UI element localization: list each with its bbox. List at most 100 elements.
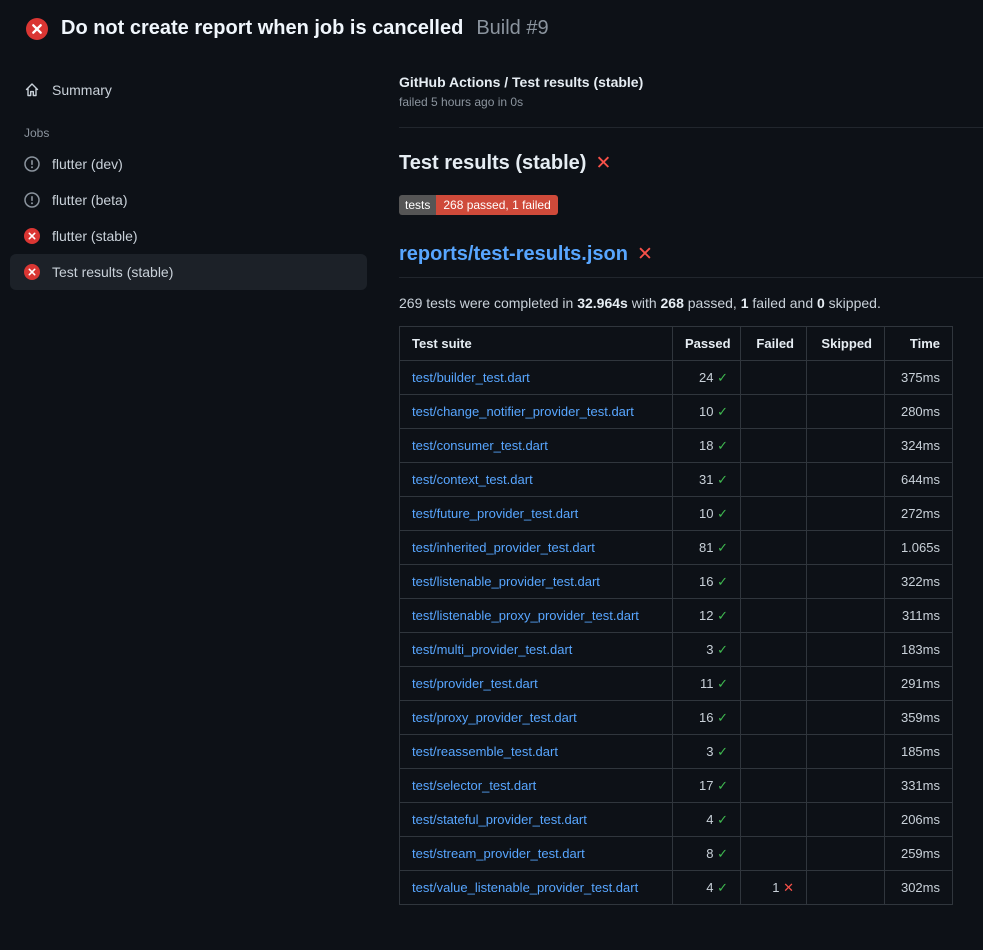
suite-cell: test/builder_test.dart bbox=[400, 361, 673, 395]
skipped-cell bbox=[807, 395, 885, 429]
suite-cell: test/stream_provider_test.dart bbox=[400, 837, 673, 871]
passed-cell: 31 ✓ bbox=[673, 463, 741, 497]
x-icon: ✕ bbox=[637, 245, 653, 264]
test-suite-link[interactable]: test/change_notifier_provider_test.dart bbox=[412, 404, 634, 419]
check-icon: ✓ bbox=[717, 438, 728, 453]
results-table: Test suite Passed Failed Skipped Time te… bbox=[399, 326, 953, 905]
time-cell: 272ms bbox=[885, 497, 953, 531]
time-cell: 322ms bbox=[885, 565, 953, 599]
table-row: test/multi_provider_test.dart3 ✓183ms bbox=[400, 633, 953, 667]
table-row: test/proxy_provider_test.dart16 ✓359ms bbox=[400, 701, 953, 735]
passed-cell: 4 ✓ bbox=[673, 803, 741, 837]
check-icon: ✓ bbox=[717, 812, 728, 827]
sidebar-item-summary[interactable]: Summary bbox=[10, 72, 367, 108]
sidebar-item-label: Summary bbox=[52, 82, 112, 98]
test-suite-link[interactable]: test/inherited_provider_test.dart bbox=[412, 540, 595, 555]
check-icon: ✓ bbox=[717, 472, 728, 487]
check-icon: ✓ bbox=[717, 744, 728, 759]
table-row: test/listenable_provider_test.dart 16 ✓ 32… bbox=[400, 565, 953, 599]
time-cell: 311ms bbox=[885, 599, 953, 633]
test-suite-link[interactable]: test/value_listenable_provider_test.dart bbox=[412, 880, 638, 895]
check-icon: ✓ bbox=[717, 404, 728, 419]
skipped-cell bbox=[807, 871, 885, 905]
check-icon: ✓ bbox=[717, 642, 728, 657]
check-icon: ✓ bbox=[717, 846, 728, 861]
summary-total-time: 32.964s bbox=[577, 295, 628, 311]
table-header-row: Test suite Passed Failed Skipped Time bbox=[400, 327, 953, 361]
x-circle-icon bbox=[24, 228, 40, 244]
failed-cell bbox=[741, 361, 807, 395]
summary-text: with bbox=[628, 295, 661, 311]
run-header: Do not create report when job is cancell… bbox=[0, 0, 983, 54]
passed-cell: 16 ✓ bbox=[673, 565, 741, 599]
summary-text: failed and bbox=[749, 295, 818, 311]
passed-cell: 3 ✓ bbox=[673, 633, 741, 667]
badge-label: tests bbox=[399, 195, 436, 215]
column-header-test-suite: Test suite bbox=[400, 327, 673, 361]
test-suite-link[interactable]: test/provider_test.dart bbox=[412, 676, 538, 691]
test-suite-link[interactable]: test/proxy_provider_test.dart bbox=[412, 710, 577, 725]
test-suite-link[interactable]: test/selector_test.dart bbox=[412, 778, 536, 793]
sidebar-item-flutter-stable[interactable]: flutter (stable) bbox=[10, 218, 367, 254]
passed-cell: 12 ✓ bbox=[673, 599, 741, 633]
suite-cell: test/future_provider_test.dart bbox=[400, 497, 673, 531]
suite-cell: test/provider_test.dart bbox=[400, 667, 673, 701]
test-suite-link[interactable]: test/stateful_provider_test.dart bbox=[412, 812, 587, 827]
test-suite-link[interactable]: test/builder_test.dart bbox=[412, 370, 530, 385]
time-cell: 185ms bbox=[885, 735, 953, 769]
test-suite-link[interactable]: test/listenable_proxy_provider_test.dart bbox=[412, 608, 639, 623]
test-suite-link[interactable]: test/listenable_provider_test.dart bbox=[412, 574, 600, 589]
time-cell: 280ms bbox=[885, 395, 953, 429]
column-header-failed: Failed bbox=[741, 327, 807, 361]
suite-cell: test/listenable_provider_test.dart bbox=[400, 565, 673, 599]
skipped-cell bbox=[807, 429, 885, 463]
x-circle-icon bbox=[26, 18, 48, 40]
skipped-cell bbox=[807, 565, 885, 599]
alert-circle-icon bbox=[24, 156, 40, 172]
x-circle-icon bbox=[24, 264, 40, 280]
summary-passed-count: 268 bbox=[661, 295, 684, 311]
sidebar-item-label: Test results (stable) bbox=[52, 264, 173, 280]
skipped-cell bbox=[807, 701, 885, 735]
table-row: test/builder_test.dart24 ✓375ms bbox=[400, 361, 953, 395]
sidebar-item-label: flutter (stable) bbox=[52, 228, 138, 244]
passed-cell: 10 ✓ bbox=[673, 497, 741, 531]
test-suite-link[interactable]: test/future_provider_test.dart bbox=[412, 506, 578, 521]
failed-cell bbox=[741, 803, 807, 837]
report-link[interactable]: reports/test-results.json bbox=[399, 243, 628, 266]
suite-cell: test/listenable_proxy_provider_test.dart bbox=[400, 599, 673, 633]
test-suite-link[interactable]: test/consumer_test.dart bbox=[412, 438, 548, 453]
failed-cell bbox=[741, 769, 807, 803]
time-cell: 259ms bbox=[885, 837, 953, 871]
failed-cell bbox=[741, 599, 807, 633]
skipped-cell bbox=[807, 803, 885, 837]
test-suite-link[interactable]: test/reassemble_test.dart bbox=[412, 744, 558, 759]
suite-cell: test/context_test.dart bbox=[400, 463, 673, 497]
suite-cell: test/proxy_provider_test.dart bbox=[400, 701, 673, 735]
sidebar-item-flutter-dev[interactable]: flutter (dev) bbox=[10, 146, 367, 182]
sidebar-item-flutter-beta[interactable]: flutter (beta) bbox=[10, 182, 367, 218]
time-cell: 359ms bbox=[885, 701, 953, 735]
breadcrumb: GitHub Actions / Test results (stable) bbox=[399, 74, 983, 90]
passed-cell: 11 ✓ bbox=[673, 667, 741, 701]
passed-cell: 81 ✓ bbox=[673, 531, 741, 565]
test-suite-link[interactable]: test/stream_provider_test.dart bbox=[412, 846, 585, 861]
column-header-time: Time bbox=[885, 327, 953, 361]
table-row: test/consumer_test.dart18 ✓324ms bbox=[400, 429, 953, 463]
table-row: test/selector_test.dart17 ✓331ms bbox=[400, 769, 953, 803]
failed-cell bbox=[741, 497, 807, 531]
time-cell: 331ms bbox=[885, 769, 953, 803]
check-icon: ✓ bbox=[717, 710, 728, 725]
test-suite-link[interactable]: test/multi_provider_test.dart bbox=[412, 642, 572, 657]
check-icon: ✓ bbox=[717, 778, 728, 793]
sidebar-item-test-results-stable[interactable]: Test results (stable) bbox=[10, 254, 367, 290]
skipped-cell bbox=[807, 463, 885, 497]
sidebar-item-label: flutter (dev) bbox=[52, 156, 123, 172]
failed-cell bbox=[741, 633, 807, 667]
suite-cell: test/multi_provider_test.dart bbox=[400, 633, 673, 667]
report-title: reports/test-results.json ✕ bbox=[399, 243, 983, 278]
page-title: Test results (stable) ✕ bbox=[399, 152, 983, 175]
failed-cell bbox=[741, 667, 807, 701]
table-row: test/context_test.dart31 ✓644ms bbox=[400, 463, 953, 497]
test-suite-link[interactable]: test/context_test.dart bbox=[412, 472, 533, 487]
